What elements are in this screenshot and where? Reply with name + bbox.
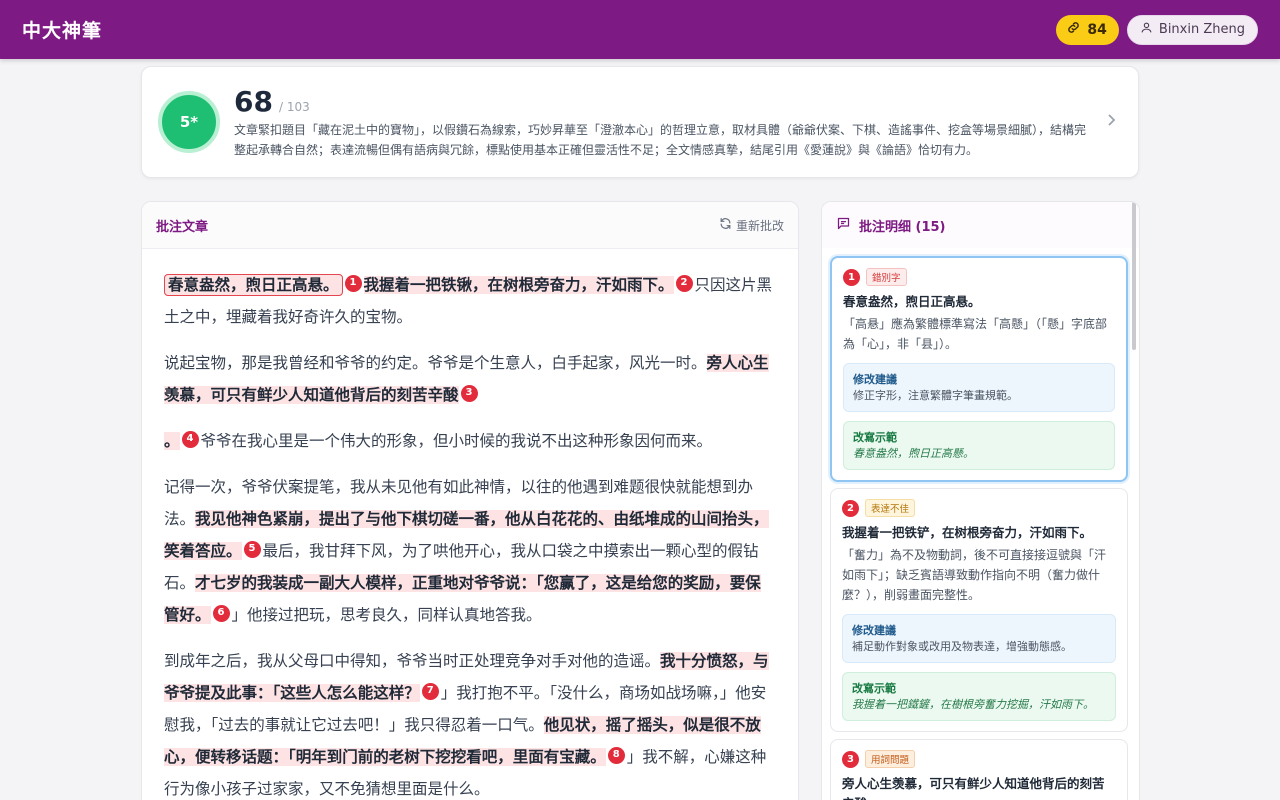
suggestion-text: 修正字形，注意繁體字筆畫規範。 — [853, 389, 1018, 402]
top-bar: 中大神筆 84 Binxin Zheng — [0, 0, 1280, 59]
annotated-essay-panel: 批注文章 重新批改 春意盎然，煦日正高悬。 1 我握着一把铁锹，在树根旁奋力，汗如雨… — [141, 201, 799, 800]
annotation-highlight[interactable]: 我握着一把铁锹，在树根旁奋力，汗如雨下。 — [363, 276, 674, 294]
score-summary-card[interactable]: 5* 68 / 103 文章緊扣題目「藏在泥土中的寶物」，以假鑽石為線索，巧妙昇… — [141, 66, 1139, 178]
refresh-icon — [719, 217, 732, 233]
essay-paragraph: 。 4 爷爷在我心里是一个伟大的形象，但小时候的我说不出这种形象因何而来。 — [164, 425, 776, 457]
link-icon — [1066, 20, 1081, 39]
example-label: 改寫示範 — [853, 431, 897, 444]
notes-panel-title: 批注明细 (15) — [859, 219, 946, 235]
annotation-marker[interactable]: 7 — [421, 682, 439, 700]
essay-panel-title: 批注文章 — [156, 219, 209, 235]
suggestion-box: 修改建議 補足動作對象或改用及物表達，增強動態感。 — [842, 614, 1116, 663]
notes-scrollbar[interactable] — [1132, 202, 1136, 350]
credits-count: 84 — [1087, 21, 1107, 38]
annotation-quote: 我握着一把铁铲，在树根旁奋力，汗如雨下。 — [842, 525, 1093, 540]
credits-badge[interactable]: 84 — [1056, 14, 1119, 45]
annotation-marker[interactable]: 1 — [344, 274, 362, 292]
essay-panel-header: 批注文章 重新批改 — [142, 202, 798, 249]
notes-panel-header: 批注明细 (15) — [822, 202, 1139, 248]
essay-paragraph: 说起宝物，那是我曾经和爷爷的约定。爷爷是个生意人，白手起家，风光一时。旁人心生羡… — [164, 347, 776, 411]
annotation-number: 3 — [842, 750, 859, 768]
error-type-tag: 表達不佳 — [865, 499, 916, 517]
grade-badge: 5* — [158, 91, 220, 153]
annotation-number: 1 — [843, 268, 860, 286]
annotation-quote: 旁人心生羡慕，可只有鲜少人知道他背后的刻苦辛酸 — [842, 776, 1105, 800]
example-label: 改寫示範 — [852, 682, 896, 695]
regrade-label: 重新批改 — [735, 218, 784, 233]
annotation-quote: 春意盎然，煦日正高悬。 — [843, 294, 981, 309]
essay-text: 」他接过把玩，思考良久，同样认真地答我。 — [231, 606, 542, 624]
annotation-marker[interactable]: 8 — [607, 746, 625, 764]
annotation-explanation: 「高悬」應為繁體標準寫法「高懸」（「懸」字底部為「心」，非「县」）。 — [843, 317, 1108, 351]
annotation-marker[interactable]: 2 — [675, 274, 693, 292]
annotation-marker[interactable]: 6 — [212, 604, 230, 622]
essay-paragraph: 记得一次，爷爷伏案提笔，我从未见他有如此神情，以往的他遇到难题很快就能想到办法。… — [164, 471, 776, 631]
annotation-details-panel: 批注明细 (15) 1 錯別字 春意盎然，煦日正高悬。 「高悬」應為繁體標準寫法… — [821, 201, 1140, 800]
example-box: 改寫示範 春意盎然，煦日正高懸。 — [843, 421, 1115, 470]
user-icon — [1140, 21, 1153, 38]
comment-icon — [836, 216, 851, 235]
suggestion-label: 修改建議 — [853, 373, 897, 386]
annotation-marker[interactable]: 3 — [460, 384, 478, 402]
annotation-card[interactable]: 2 表達不佳 我握着一把铁铲，在树根旁奋力，汗如雨下。 「奮力」為不及物動詞，後… — [830, 488, 1128, 732]
essay-paragraph: 到成年之后，我从父母口中得知，爷爷当时正处理竞争对手对他的造谣。我十分愤怒，与爷… — [164, 645, 776, 800]
error-type-tag: 錯別字 — [866, 268, 907, 286]
regrade-button[interactable]: 重新批改 — [719, 217, 784, 234]
user-name: Binxin Zheng — [1158, 22, 1245, 37]
essay-text: 说起宝物，那是我曾经和爷爷的约定。爷爷是个生意人，白手起家，风光一时。 — [164, 354, 707, 372]
top-right-controls: 84 Binxin Zheng — [1056, 14, 1258, 45]
annotation-highlight[interactable]: 春意盎然，煦日正高悬。 — [164, 274, 343, 296]
essay-text: 爷爷在我心里是一个伟大的形象，但小时候的我说不出这种形象因何而来。 — [200, 432, 713, 450]
score-summary-text: 文章緊扣題目「藏在泥土中的寶物」，以假鑽石為線索，巧妙昇華至「澄澈本心」的哲理立… — [234, 123, 1087, 157]
chevron-right-icon[interactable] — [1106, 111, 1116, 132]
annotation-highlight[interactable]: 。 — [164, 432, 180, 450]
example-text: 春意盎然，煦日正高懸。 — [853, 447, 974, 460]
suggestion-text: 補足動作對象或改用及物表達，增強動態感。 — [852, 640, 1072, 653]
annotation-marker[interactable]: 5 — [243, 540, 261, 558]
score-value: 68 — [234, 85, 273, 118]
example-text: 我握着一把鐵鏟，在樹根旁奮力挖掘，汗如雨下。 — [852, 698, 1094, 711]
annotation-marker[interactable]: 4 — [181, 430, 199, 448]
app-title[interactable]: 中大神筆 — [22, 16, 102, 43]
suggestion-label: 修改建議 — [852, 624, 896, 637]
annotation-card[interactable]: 3 用詞問題 旁人心生羡慕，可只有鲜少人知道他背后的刻苦辛酸 — [830, 739, 1128, 800]
essay-text: 到成年之后，我从父母口中得知，爷爷当时正处理竞争对手对他的造谣。 — [164, 652, 661, 670]
annotation-explanation: 「奮力」為不及物動詞，後不可直接接逗號與「汗如雨下」；缺乏賓語導致動作指向不明（… — [842, 548, 1107, 602]
score-total: / 103 — [278, 100, 310, 114]
suggestion-box: 修改建議 修正字形，注意繁體字筆畫規範。 — [843, 363, 1115, 412]
annotation-card[interactable]: 1 錯別字 春意盎然，煦日正高悬。 「高悬」應為繁體標準寫法「高懸」（「懸」字底… — [830, 256, 1128, 482]
example-box: 改寫示範 我握着一把鐵鏟，在樹根旁奮力挖掘，汗如雨下。 — [842, 672, 1116, 721]
essay-body: 春意盎然，煦日正高悬。 1 我握着一把铁锹，在树根旁奋力，汗如雨下。 2 只因这片黑土之… — [142, 249, 798, 800]
user-menu-button[interactable]: Binxin Zheng — [1126, 14, 1258, 45]
error-type-tag: 用詞問題 — [865, 750, 916, 768]
essay-paragraph: 春意盎然，煦日正高悬。 1 我握着一把铁锹，在树根旁奋力，汗如雨下。 2 只因这片黑土之… — [164, 269, 776, 333]
score-row: 68 / 103 — [234, 85, 310, 118]
annotation-number: 2 — [842, 499, 859, 517]
